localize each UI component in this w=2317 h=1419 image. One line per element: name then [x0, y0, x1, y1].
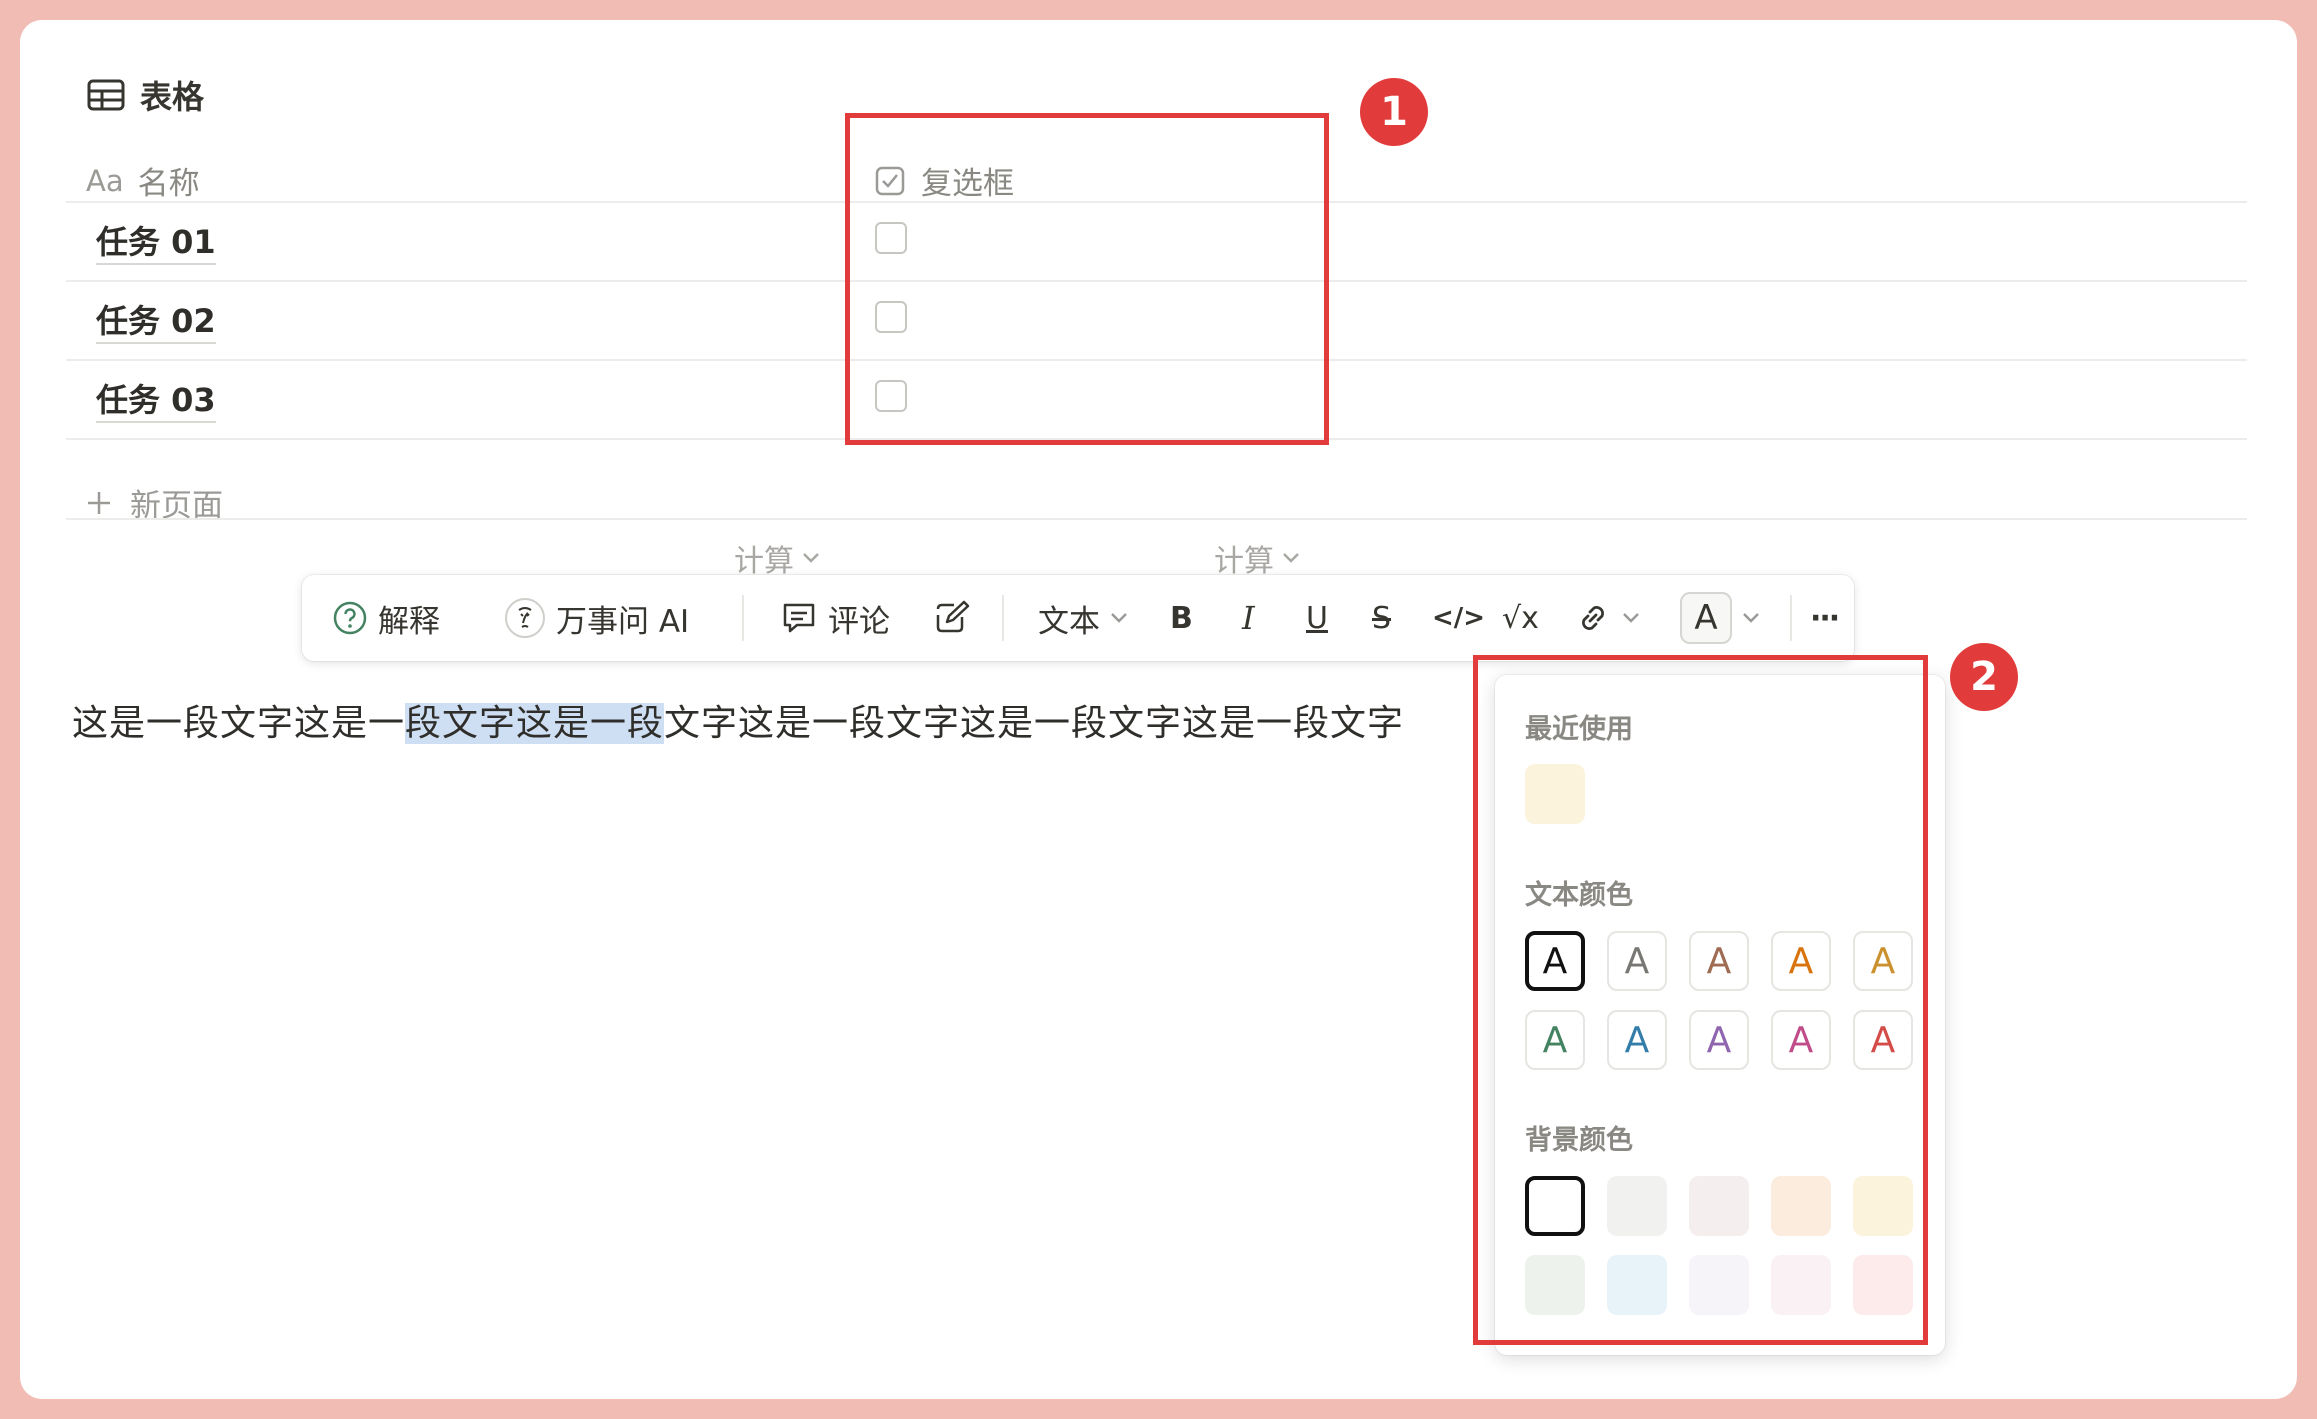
bold-button[interactable]: B	[1170, 575, 1193, 661]
table-title-label: 表格	[140, 78, 205, 116]
italic-icon: I	[1242, 599, 1255, 637]
calculate-label: 计算	[1214, 544, 1274, 579]
paragraph-block[interactable]: 这是一段文字这是一段文字这是一段文字这是一段文字这是一段文字这是一段文字	[72, 694, 1404, 746]
link-icon	[1582, 606, 1604, 630]
toolbar-divider	[742, 595, 744, 641]
underline-button[interactable]: U	[1306, 575, 1328, 661]
column-name-label: 名称	[137, 166, 200, 202]
plus-icon	[88, 491, 110, 514]
pencil-square-icon	[936, 600, 970, 633]
explain-button[interactable]: 解释	[332, 575, 440, 661]
link-button[interactable]	[1574, 575, 1640, 661]
annotation-badge-1: 1	[1360, 78, 1428, 146]
chevron-down-icon	[1111, 613, 1127, 623]
annotation-box-2	[1473, 655, 1928, 1345]
paragraph-text: 文字这是一段文字这是一段文字这是一段文字	[664, 703, 1405, 744]
italic-button[interactable]: I	[1242, 575, 1255, 661]
text-format-toolbar: 解释 万事问 AI 评论 文本 B I U S </> √x A ···	[302, 575, 1854, 661]
table-row-name[interactable]: 任务 02	[96, 296, 216, 344]
calculate-label: 计算	[734, 544, 794, 579]
underline-icon: U	[1306, 600, 1328, 636]
selected-text: 段文字这是一段	[405, 703, 665, 744]
row-divider	[66, 518, 2247, 520]
code-icon: </>	[1432, 603, 1486, 633]
calculate-dropdown[interactable]: 计算	[1214, 536, 1300, 580]
chevron-down-icon	[1623, 613, 1639, 623]
ask-ai-label: 万事问 AI	[556, 603, 690, 640]
inline-code-button[interactable]: </>	[1432, 575, 1485, 661]
chevron-down-icon	[803, 553, 819, 563]
text-type-label: 文本	[1038, 603, 1100, 640]
column-header-name[interactable]: Aa 名称	[86, 158, 200, 203]
table-icon	[87, 79, 125, 111]
comment-icon	[783, 603, 815, 633]
chevron-down-icon	[1283, 553, 1299, 563]
color-a-icon: A	[1680, 592, 1732, 644]
annotation-box-1	[845, 113, 1329, 445]
annotation-badge-2: 2	[1950, 643, 2018, 711]
toolbar-divider	[1002, 595, 1004, 641]
math-equation-button[interactable]: √x	[1502, 575, 1539, 661]
comment-button[interactable]: 评论	[780, 575, 890, 661]
chevron-down-icon	[1743, 613, 1759, 623]
strikethrough-icon: S	[1372, 600, 1392, 636]
table-title[interactable]: 表格	[86, 72, 204, 118]
paragraph-text: 这是一段文字这是一	[72, 703, 406, 744]
page-card: 表格 Aa 名称 复选框 任务 01 任务 02 任务 03 新页面 计算 计算…	[20, 20, 2297, 1399]
strikethrough-button[interactable]: S	[1372, 575, 1391, 661]
text-type-icon: Aa	[86, 163, 124, 198]
comment-label: 评论	[828, 603, 890, 640]
toolbar-divider	[1790, 595, 1792, 641]
question-circle-icon	[333, 601, 367, 635]
color-picker-button[interactable]: A	[1680, 575, 1760, 661]
more-options-button[interactable]: ···	[1810, 575, 1840, 661]
text-type-dropdown[interactable]: 文本	[1038, 575, 1128, 661]
suggest-edit-button[interactable]	[932, 575, 972, 661]
ask-ai-button[interactable]: 万事问 AI	[504, 575, 689, 661]
ai-face-icon	[505, 598, 545, 638]
table-row-name[interactable]: 任务 01	[96, 217, 216, 265]
more-icon: ···	[1810, 600, 1840, 636]
bold-icon: B	[1170, 600, 1193, 636]
explain-label: 解释	[378, 603, 440, 640]
calculate-dropdown[interactable]: 计算	[734, 536, 820, 580]
table-row-name[interactable]: 任务 03	[96, 375, 216, 423]
math-icon: √x	[1502, 600, 1539, 636]
